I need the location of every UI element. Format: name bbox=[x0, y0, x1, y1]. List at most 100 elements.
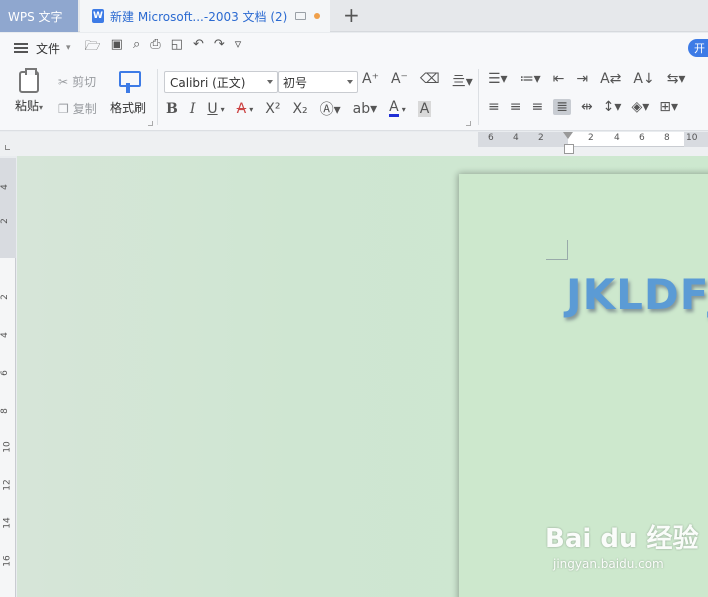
char-shading-icon[interactable]: ab▾ bbox=[353, 101, 378, 117]
font-size-value: 初号 bbox=[283, 75, 308, 90]
font-size-select[interactable]: 初号 bbox=[278, 71, 358, 93]
quick-access-toolbar: 🗁 ▣ ⌕ ⎙ ◱ ↶ ↷ ▿ bbox=[85, 37, 242, 59]
font-tools-row-bottom: B I U ▾ A ▾ X² X₂ Ⓐ▾ ab▾ A ▾ A bbox=[166, 99, 432, 119]
line-break-icon[interactable]: ⇆▾ bbox=[667, 71, 686, 87]
page-margin-marker bbox=[546, 240, 568, 260]
underline-button[interactable]: U bbox=[207, 101, 217, 117]
menu-bar: 文件 ▾ 🗁 ▣ ⌕ ⎙ ◱ ↶ ↷ ▿ 开 bbox=[0, 33, 708, 63]
monitor-icon[interactable] bbox=[295, 12, 307, 20]
open-folder-icon[interactable]: 🗁 bbox=[85, 37, 101, 59]
increase-indent-icon[interactable]: ⇥ bbox=[576, 71, 588, 87]
divider bbox=[478, 69, 479, 125]
cut-label: 剪切 bbox=[72, 75, 97, 89]
print-preview-icon[interactable]: ◱ bbox=[171, 37, 183, 59]
text-effect-icon[interactable]: Ⓐ▾ bbox=[320, 99, 341, 119]
ruler-tick-label: 12 bbox=[2, 479, 13, 491]
unsaved-dot-icon bbox=[314, 13, 321, 19]
start-tab-label: 开 bbox=[694, 42, 705, 55]
font-group-launcher-icon[interactable] bbox=[466, 121, 471, 126]
vertical-ruler[interactable]: 4 2 2 4 6 8 10 12 14 16 bbox=[0, 158, 16, 597]
customize-toolbar-icon[interactable]: ▿ bbox=[235, 37, 242, 59]
bullet-list-icon[interactable]: ☰▾ bbox=[488, 71, 508, 87]
ruler-tick-label: 6 bbox=[488, 133, 494, 143]
align-center-icon[interactable]: ≡ bbox=[510, 99, 522, 115]
highlight-button[interactable]: A bbox=[417, 101, 432, 117]
cut-button[interactable]: ✂ 剪切 bbox=[58, 73, 96, 90]
justify-icon[interactable]: ≣ bbox=[553, 99, 571, 115]
phonetic-guide-icon[interactable]: 亖▾ bbox=[452, 71, 473, 91]
format-painter-button[interactable]: 格式刷 bbox=[108, 69, 148, 116]
font-name-select[interactable]: Calibri (正文) bbox=[164, 71, 278, 93]
align-left-icon[interactable]: ≡ bbox=[488, 99, 500, 115]
italic-button[interactable]: I bbox=[190, 101, 196, 117]
clipboard-group-launcher-icon[interactable] bbox=[148, 121, 153, 126]
ruler-tick-label: 4 bbox=[513, 133, 519, 143]
strikethrough-button[interactable]: A bbox=[237, 101, 247, 117]
baidu-logo: Bai du 经验 bbox=[545, 524, 699, 554]
ruler-tick-label: 2 bbox=[538, 133, 544, 143]
save-icon[interactable]: ▣ bbox=[111, 37, 123, 59]
tab-bar: WPS 文字 W 新建 Microsoft...-2003 文档 (2) + bbox=[0, 0, 708, 32]
scissors-icon: ✂ bbox=[58, 74, 69, 89]
tab-wps-writer[interactable]: WPS 文字 bbox=[0, 0, 78, 32]
clipboard-icon bbox=[19, 68, 39, 93]
indent-marker-handle[interactable] bbox=[563, 132, 574, 154]
text-direction-icon[interactable]: A⇄ bbox=[600, 71, 621, 87]
tab-stop-selector-icon[interactable] bbox=[5, 145, 10, 150]
copy-button[interactable]: ❐ 复制 bbox=[58, 100, 97, 117]
line-spacing-icon[interactable]: ↕▾ bbox=[603, 99, 622, 115]
paste-button[interactable]: 粘贴▾ bbox=[10, 68, 48, 114]
ruler-margin-top bbox=[0, 158, 16, 258]
subscript-button[interactable]: X₂ bbox=[292, 101, 307, 117]
shading-icon[interactable]: ◈▾ bbox=[631, 99, 649, 115]
decrease-indent-icon[interactable]: ⇤ bbox=[553, 71, 565, 87]
tab-wps-writer-label: WPS 文字 bbox=[8, 9, 63, 24]
tab-document[interactable]: W 新建 Microsoft...-2003 文档 (2) bbox=[80, 0, 330, 32]
hamburger-menu-icon[interactable] bbox=[14, 43, 28, 53]
ruler-tick-label: 4 bbox=[0, 184, 10, 190]
watermark-url: jingyan.baidu.com bbox=[553, 557, 664, 571]
paragraph-tools-row-bottom: ≡ ≡ ≡ ≣ ⇹ ↕▾ ◈▾ ⊞▾ bbox=[488, 99, 678, 115]
ruler-tick-label: 16 bbox=[2, 555, 13, 567]
word-doc-icon: W bbox=[92, 9, 104, 23]
font-color-button[interactable]: A bbox=[389, 100, 399, 117]
print-icon[interactable]: ⎙ bbox=[150, 37, 160, 59]
paste-label: 粘贴 bbox=[14, 99, 39, 113]
file-menu[interactable]: 文件 bbox=[36, 40, 60, 57]
bold-button[interactable]: B bbox=[166, 101, 178, 117]
font-name-value: Calibri (正文) bbox=[170, 75, 246, 90]
divider bbox=[157, 69, 158, 125]
ruler-tick-label: 4 bbox=[614, 133, 620, 143]
numbered-list-icon[interactable]: ≔▾ bbox=[520, 71, 541, 87]
clear-format-icon[interactable]: ⌫ bbox=[420, 71, 440, 91]
start-tab-button[interactable]: 开 bbox=[688, 39, 708, 57]
undo-icon[interactable]: ↶ bbox=[193, 37, 204, 59]
shrink-font-icon[interactable]: A⁻ bbox=[391, 71, 408, 91]
baidu-watermark: Bai du 经验 jingyan.baidu.com bbox=[545, 518, 705, 580]
ruler-tick-label: 6 bbox=[639, 133, 645, 143]
ribbon-toolbar: 粘贴▾ ✂ 剪切 ❐ 复制 格式刷 Calibri (正文) 初号 A⁺ A⁻ … bbox=[0, 63, 708, 131]
chevron-down-icon bbox=[347, 80, 353, 84]
font-tools-row-top: A⁺ A⁻ ⌫ 亖▾ bbox=[362, 71, 473, 91]
document-text[interactable]: JKLDFJC bbox=[566, 270, 708, 319]
ruler-tick-label: 6 bbox=[0, 370, 10, 376]
chevron-down-icon[interactable]: ▾ bbox=[66, 43, 71, 53]
copy-icon: ❐ bbox=[58, 101, 69, 116]
find-icon[interactable]: ⌕ bbox=[133, 37, 140, 59]
ruler-tick-label: 14 bbox=[2, 517, 13, 529]
paragraph-tools-row-top: ☰▾ ≔▾ ⇤ ⇥ A⇄ A↓ ⇆▾ bbox=[488, 71, 685, 87]
distributed-icon[interactable]: ⇹ bbox=[581, 99, 593, 115]
sort-icon[interactable]: A↓ bbox=[633, 71, 654, 87]
borders-icon[interactable]: ⊞▾ bbox=[659, 99, 678, 115]
superscript-button[interactable]: X² bbox=[265, 101, 280, 117]
horizontal-ruler[interactable]: 6 4 2 2 4 6 8 10 bbox=[478, 132, 708, 147]
ruler-tick-label: 8 bbox=[0, 408, 10, 414]
tab-document-label: 新建 Microsoft...-2003 文档 (2) bbox=[110, 9, 288, 24]
ruler-tick-label: 2 bbox=[588, 133, 594, 143]
redo-icon[interactable]: ↷ bbox=[214, 37, 225, 59]
copy-label: 复制 bbox=[72, 102, 97, 116]
new-tab-button[interactable]: + bbox=[343, 5, 360, 25]
align-right-icon[interactable]: ≡ bbox=[531, 99, 543, 115]
grow-font-icon[interactable]: A⁺ bbox=[362, 71, 379, 91]
ruler-tick-label: 2 bbox=[0, 294, 10, 300]
